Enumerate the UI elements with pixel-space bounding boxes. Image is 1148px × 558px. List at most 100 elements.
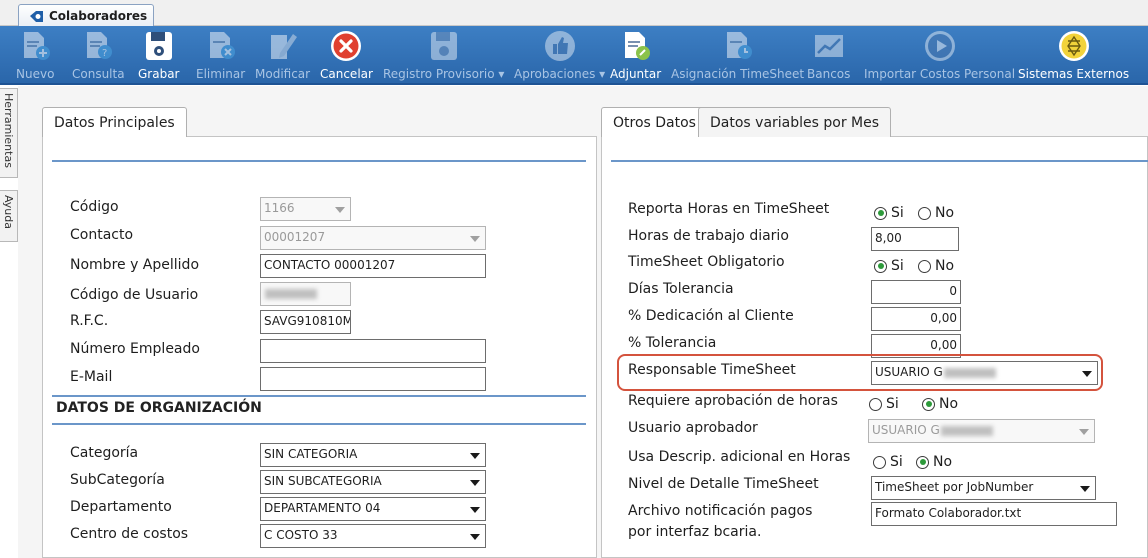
chevron-down-icon bbox=[335, 207, 345, 213]
sistemas-externos-button[interactable]: Sistemas Externos bbox=[1018, 26, 1129, 85]
usa-descrip-label: Usa Descrip. adicional en Horas bbox=[628, 449, 851, 465]
archivo-notificacion-input[interactable]: Formato Colaborador.txt bbox=[871, 502, 1117, 526]
timesheet-obligatorio-no-radio[interactable]: No bbox=[918, 258, 954, 274]
sidetab-herramientas[interactable]: Herramientas bbox=[0, 88, 18, 178]
thumbs-up-icon bbox=[544, 31, 575, 61]
importar-costos-button[interactable]: Importar Costos Personal bbox=[864, 26, 1015, 85]
timesheet-obligatorio-si-radio[interactable]: Si bbox=[874, 258, 904, 274]
chevron-down-icon bbox=[470, 453, 480, 459]
chart-trend-icon bbox=[814, 35, 843, 57]
codigo-select[interactable]: 1166 bbox=[260, 197, 351, 221]
toolbar: Nuevo ? Consulta Grabar Eliminar Modific… bbox=[0, 26, 1148, 85]
email-label: E-Mail bbox=[70, 369, 113, 385]
requiere-aprobacion-label: Requiere aprobación de horas bbox=[628, 393, 838, 409]
cancel-icon bbox=[331, 31, 362, 61]
modificar-button[interactable]: Modificar bbox=[255, 26, 310, 85]
aprobaciones-button[interactable]: Aprobaciones ▾ bbox=[514, 26, 605, 85]
section-divider bbox=[52, 160, 586, 162]
usuario-aprobador-select[interactable]: USUARIO G bbox=[868, 419, 1095, 443]
bancos-button[interactable]: Bancos bbox=[807, 26, 850, 85]
usa-descrip-no-radio[interactable]: No bbox=[916, 454, 952, 470]
codigo-label: Código bbox=[70, 199, 119, 215]
nivel-detalle-select[interactable]: TimeSheet por JobNumber bbox=[871, 476, 1096, 500]
redacted-value bbox=[265, 288, 317, 299]
grabar-button[interactable]: Grabar bbox=[138, 26, 180, 85]
svg-text:?: ? bbox=[102, 48, 107, 59]
tab-datos-variables[interactable]: Datos variables por Mes bbox=[698, 107, 892, 137]
document-query-icon: ? bbox=[87, 32, 113, 59]
dedicacion-cliente-label: % Dedicación al Cliente bbox=[628, 308, 794, 324]
nivel-detalle-label: Nivel de Detalle TimeSheet bbox=[628, 476, 819, 492]
registro-provisorio-button[interactable]: Registro Provisorio ▾ bbox=[383, 26, 504, 85]
attach-icon bbox=[624, 32, 650, 60]
document-add-icon bbox=[24, 32, 51, 60]
nombre-label: Nombre y Apellido bbox=[70, 257, 200, 273]
dias-tolerancia-input[interactable]: 0 bbox=[871, 280, 961, 304]
subcategoria-select[interactable]: SIN SUBCATEGORIA bbox=[260, 470, 486, 494]
subcategoria-label: SubCategoría bbox=[70, 472, 165, 488]
contacto-select[interactable]: 00001207 bbox=[260, 226, 486, 250]
asignacion-timesheet-button[interactable]: Asignación TimeSheet bbox=[671, 26, 804, 85]
save-icon bbox=[145, 32, 172, 60]
chevron-down-icon bbox=[1079, 429, 1089, 435]
requiere-aprobacion-no-radio[interactable]: No bbox=[922, 396, 958, 412]
horas-diario-input[interactable]: 8,00 bbox=[871, 227, 959, 251]
document-delete-icon bbox=[209, 32, 235, 59]
departamento-label: Departamento bbox=[70, 499, 172, 515]
rfc-label: R.F.C. bbox=[70, 313, 109, 329]
timesheet-obligatorio-label: TimeSheet Obligatorio bbox=[628, 254, 785, 270]
chevron-down-icon bbox=[470, 534, 480, 540]
responsable-timesheet-select[interactable]: USUARIO G bbox=[871, 361, 1098, 385]
centro-costos-label: Centro de costos bbox=[70, 526, 189, 542]
redacted-value bbox=[940, 425, 993, 436]
tab-datos-principales[interactable]: Datos Principales bbox=[42, 107, 187, 137]
centro-costos-select[interactable]: C COSTO 33 bbox=[260, 524, 486, 548]
cancelar-button[interactable]: Cancelar bbox=[320, 26, 373, 85]
codigo-usuario-label: Código de Usuario bbox=[70, 287, 199, 303]
reporta-horas-no-radio[interactable]: No bbox=[918, 205, 954, 221]
window-tab-strip: Colaboradores bbox=[0, 0, 1148, 27]
tab-otros-datos[interactable]: Otros Datos bbox=[601, 107, 708, 137]
save-draft-icon bbox=[430, 32, 457, 60]
timesheet-assign-icon bbox=[726, 32, 752, 59]
app-logo-icon bbox=[30, 10, 43, 22]
departamento-select[interactable]: DEPARTAMENTO 04 bbox=[260, 497, 486, 521]
contacto-label: Contacto bbox=[70, 227, 134, 243]
window-title: Colaboradores bbox=[49, 9, 148, 23]
section-divider bbox=[611, 160, 1148, 162]
archivo-notificacion-label-line2: por interfaz bcaria. bbox=[628, 524, 762, 540]
horas-diario-label: Horas de trabajo diario bbox=[628, 228, 789, 244]
chevron-down-icon bbox=[1080, 486, 1090, 492]
eliminar-button[interactable]: Eliminar bbox=[196, 26, 245, 85]
nuevo-button[interactable]: Nuevo bbox=[16, 26, 54, 85]
rfc-input[interactable]: SAVG910810M5! bbox=[260, 310, 351, 334]
usa-descrip-si-radio[interactable]: Si bbox=[873, 454, 903, 470]
consulta-button[interactable]: ? Consulta bbox=[72, 26, 125, 85]
chevron-down-icon: ▾ bbox=[498, 67, 505, 81]
responsable-timesheet-label: Responsable TimeSheet bbox=[628, 362, 796, 378]
codigo-usuario-field[interactable] bbox=[260, 282, 351, 306]
chevron-down-icon bbox=[470, 507, 480, 513]
sidetab-ayuda[interactable]: Ayuda bbox=[0, 190, 18, 242]
play-icon bbox=[924, 31, 955, 61]
redacted-value bbox=[943, 367, 996, 378]
nombre-input[interactable]: CONTACTO 00001207 bbox=[260, 254, 486, 278]
reporta-horas-label: Reporta Horas en TimeSheet bbox=[628, 201, 830, 217]
requiere-aprobacion-si-radio[interactable]: Si bbox=[869, 396, 899, 412]
email-input[interactable] bbox=[260, 367, 486, 391]
tolerancia-label: % Tolerancia bbox=[628, 335, 717, 351]
archivo-notificacion-label: Archivo notificación pagos bbox=[628, 503, 813, 519]
section-divider bbox=[52, 395, 586, 397]
adjuntar-button[interactable]: Adjuntar bbox=[610, 26, 661, 85]
tab-colaboradores[interactable]: Colaboradores bbox=[18, 4, 155, 27]
numero-empleado-input[interactable] bbox=[260, 339, 486, 363]
numero-empleado-label: Número Empleado bbox=[70, 341, 200, 357]
external-systems-icon bbox=[1058, 31, 1089, 61]
dedicacion-cliente-input[interactable]: 0,00 bbox=[871, 307, 961, 331]
categoria-select[interactable]: SIN CATEGORIA bbox=[260, 443, 486, 467]
section-divider bbox=[52, 423, 586, 425]
reporta-horas-si-radio[interactable]: Si bbox=[874, 205, 904, 221]
chevron-down-icon bbox=[1082, 371, 1092, 377]
categoria-label: Categoría bbox=[70, 445, 139, 461]
org-section-title: DATOS DE ORGANIZACIÓN bbox=[56, 400, 262, 416]
